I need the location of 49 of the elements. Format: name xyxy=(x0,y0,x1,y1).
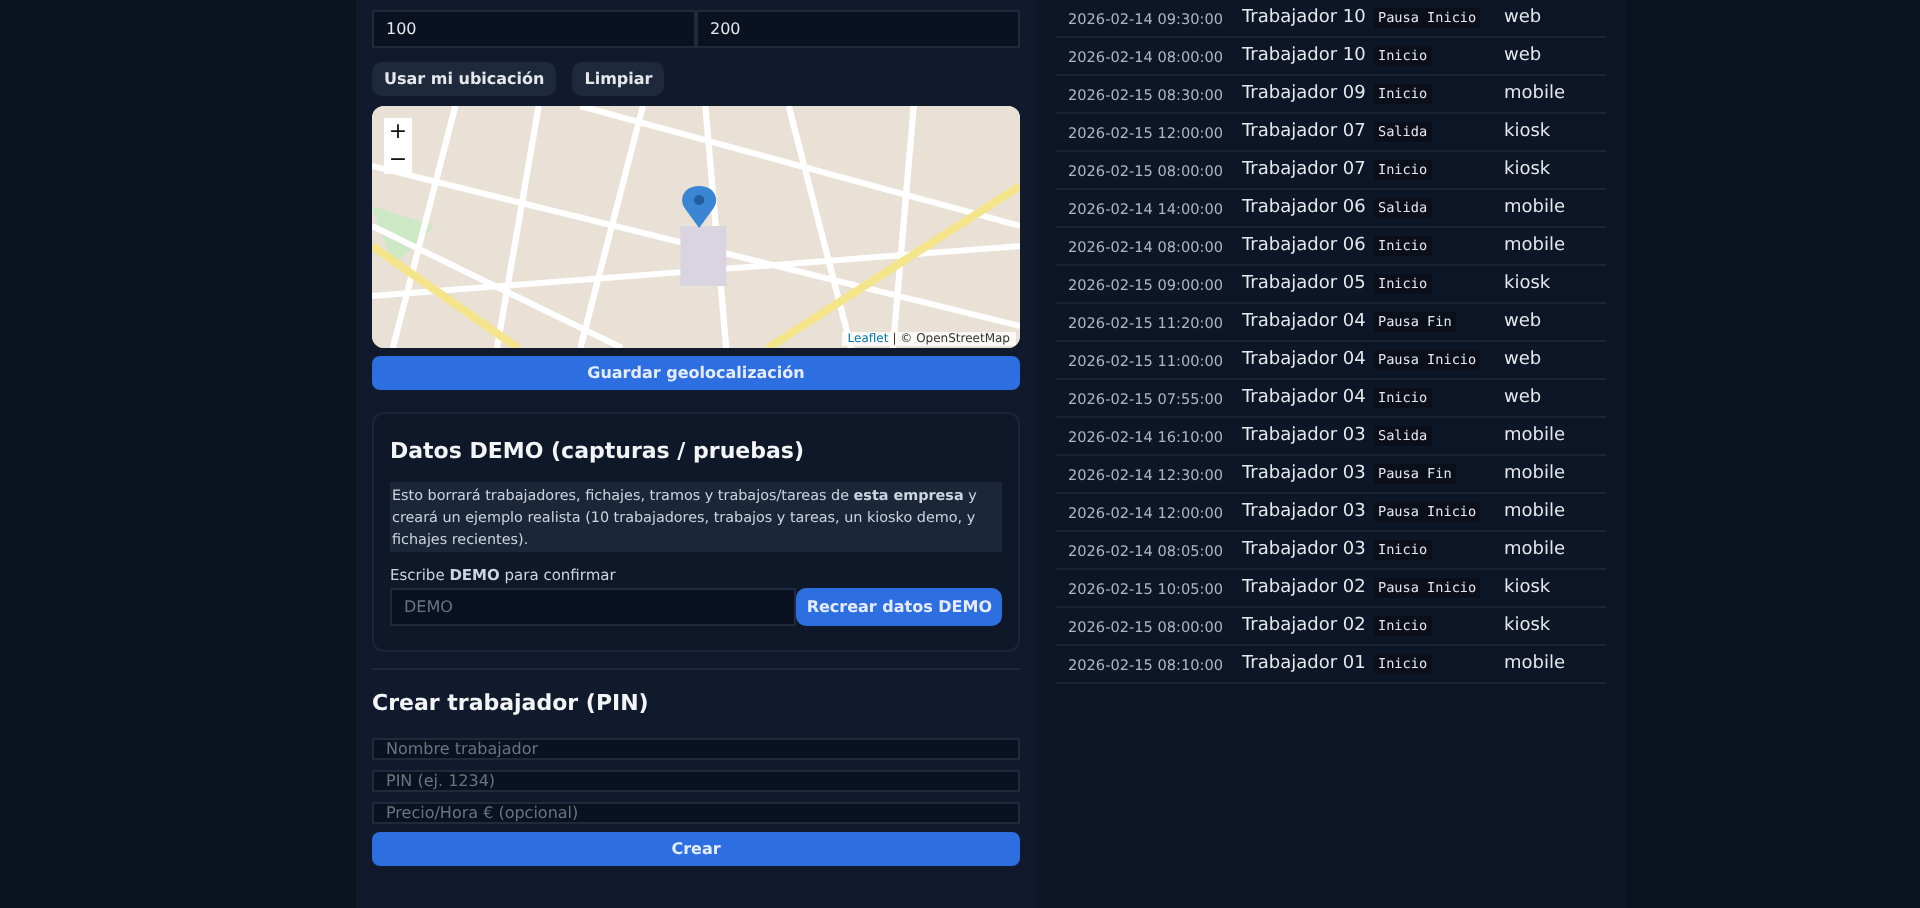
confirm-field[interactable]: DEMO xyxy=(390,588,797,626)
source-cell-text: web xyxy=(1504,8,1544,28)
source-cell-text: mobile xyxy=(1504,654,1568,674)
worker-cell-text: Trabajador 07 xyxy=(1242,122,1368,142)
source-cell-text: mobile xyxy=(1504,198,1568,218)
input-field[interactable]: Precio/Hora € (opcional) xyxy=(372,802,1020,824)
input-field[interactable]: PIN (ej. 1234) xyxy=(372,770,1020,792)
source-cell-text: kiosk xyxy=(1504,274,1553,294)
worker-cell-text: Trabajador 06 xyxy=(1242,236,1368,256)
source-cell-text: web xyxy=(1504,46,1544,66)
worker-cell-text: Trabajador 03 xyxy=(1242,502,1368,522)
number-field[interactable]: 200 xyxy=(696,10,1020,48)
worker-cell-text: Trabajador 06 xyxy=(1242,198,1368,218)
section-title: Crear trabajador (PIN) xyxy=(372,690,651,716)
section-title: Datos DEMO (capturas / pruebas) xyxy=(390,438,806,464)
worker-cell-text: Trabajador 02 xyxy=(1242,578,1368,598)
recreate-demo-button[interactable]: Recrear datos DEMO xyxy=(796,588,1002,626)
source-cell-text: kiosk xyxy=(1504,616,1553,636)
worker-cell-text: Trabajador 03 xyxy=(1242,426,1368,446)
worker-cell-text: Trabajador 07 xyxy=(1242,160,1368,180)
source-cell-text: kiosk xyxy=(1504,160,1553,180)
worker-cell-text: Trabajador 03 xyxy=(1242,540,1368,560)
source-cell-text: mobile xyxy=(1504,84,1568,104)
source-cell-text: web xyxy=(1504,388,1544,408)
use-location-button[interactable]: Usar mi ubicación xyxy=(372,62,557,96)
worker-cell-text: Trabajador 04 xyxy=(1242,312,1368,332)
source-cell-text: kiosk xyxy=(1504,122,1553,142)
worker-cell-text: Trabajador 09 xyxy=(1242,84,1368,104)
source-cell-text: web xyxy=(1504,312,1544,332)
worker-cell-text: Trabajador 10 xyxy=(1242,8,1368,28)
source-cell-text: kiosk xyxy=(1504,578,1553,598)
source-cell-text: mobile xyxy=(1504,236,1568,256)
source-cell-text: mobile xyxy=(1504,464,1568,484)
number-field[interactable]: 100 xyxy=(372,10,696,48)
worker-cell-text: Trabajador 04 xyxy=(1242,350,1368,370)
save-location-button[interactable]: Guardar geolocalización xyxy=(372,356,1020,390)
input-field[interactable]: Nombre trabajador xyxy=(372,738,1020,760)
source-cell-text: mobile xyxy=(1504,502,1568,522)
worker-cell-text: Trabajador 02 xyxy=(1242,616,1368,636)
worker-cell-text: Trabajador 01 xyxy=(1242,654,1368,674)
worker-cell-text: Trabajador 04 xyxy=(1242,388,1368,408)
worker-cell-text: Trabajador 03 xyxy=(1242,464,1368,484)
worker-cell-text: Trabajador 10 xyxy=(1242,46,1368,66)
worker-cell-text: Trabajador 05 xyxy=(1242,274,1368,294)
source-cell-text: mobile xyxy=(1504,540,1568,560)
clear-button[interactable]: Limpiar xyxy=(572,62,665,96)
source-cell-text: mobile xyxy=(1504,426,1568,446)
source-cell-text: web xyxy=(1504,350,1544,370)
create-button[interactable]: Crear xyxy=(372,832,1020,866)
